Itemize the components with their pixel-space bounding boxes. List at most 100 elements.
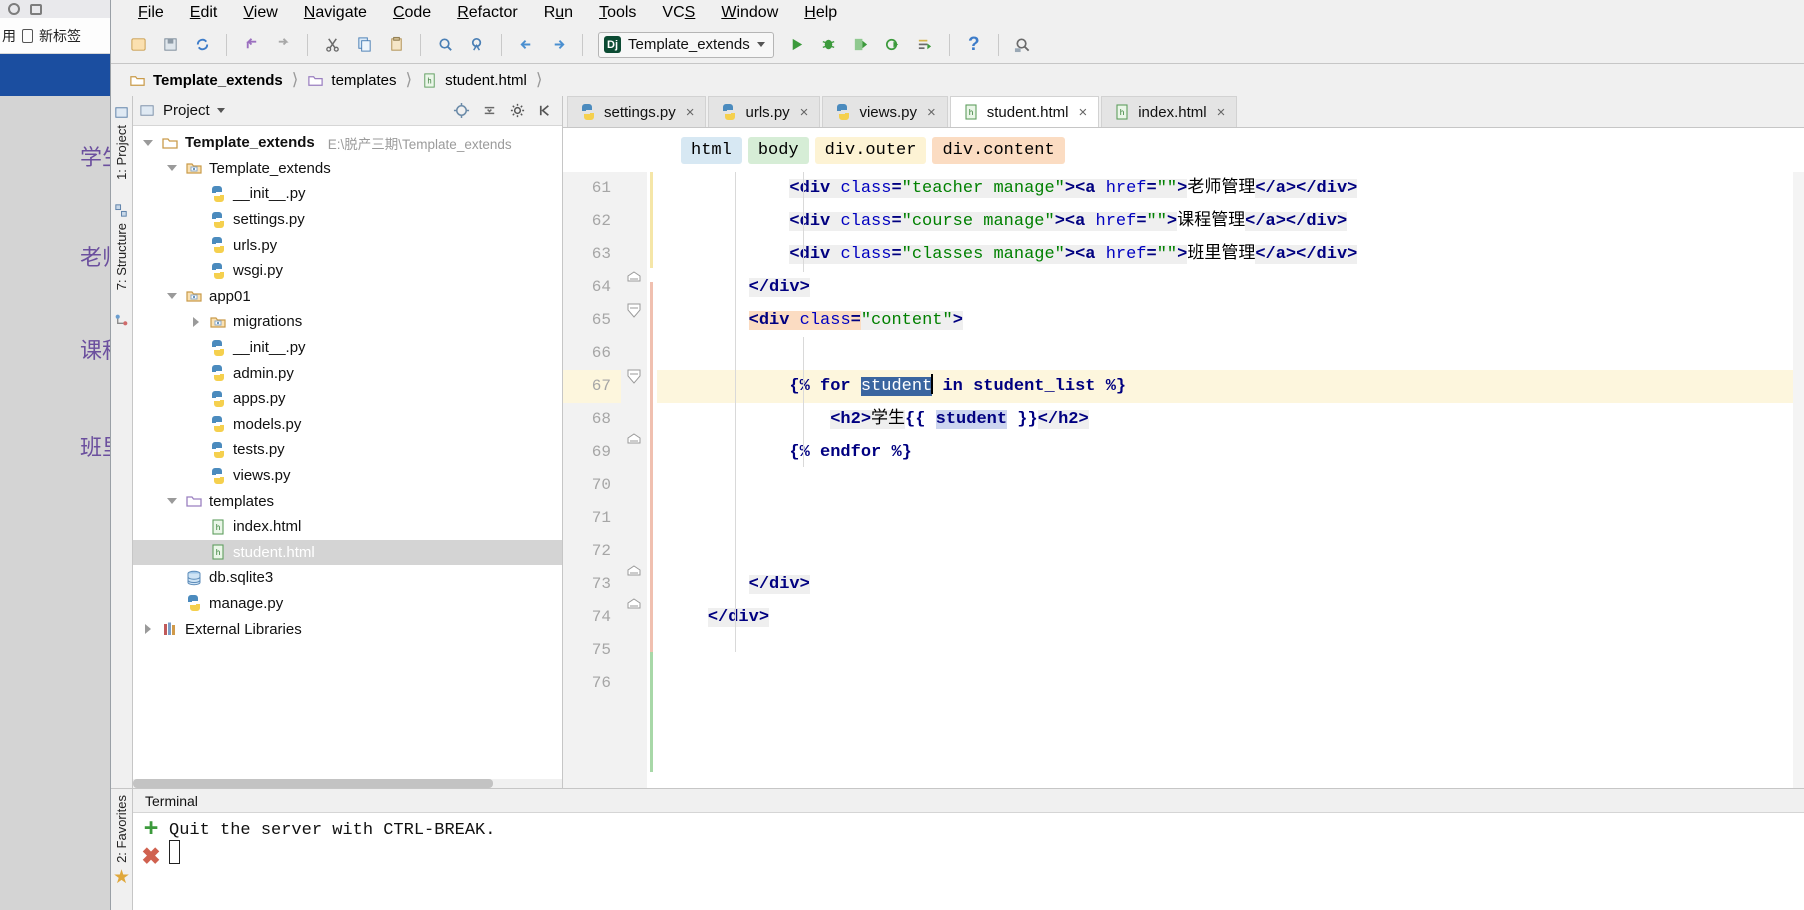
- code-line[interactable]: <div class="content">: [657, 304, 1804, 337]
- redo-icon[interactable]: [268, 30, 298, 60]
- code-line[interactable]: </div>: [657, 601, 1804, 634]
- structure-crumb-body[interactable]: body: [747, 136, 809, 164]
- tool-button-structure[interactable]: 7: Structure: [113, 202, 130, 290]
- menu-vcs[interactable]: VCS: [649, 2, 708, 24]
- fold-marker-74[interactable]: [624, 595, 644, 615]
- code-line[interactable]: [657, 535, 1804, 568]
- browser-reload-icon[interactable]: [8, 3, 20, 15]
- editor-tab-index-html[interactable]: h index.html ×: [1101, 96, 1238, 127]
- code-line[interactable]: <div class="classes manage"><a href="">班…: [657, 238, 1804, 271]
- code-text-area[interactable]: <div class="teacher manage"><a href="">老…: [657, 172, 1804, 788]
- project-tree-horizontal-scrollbar[interactable]: [133, 779, 562, 788]
- tree-item-admin-py[interactable]: admin.py: [133, 360, 562, 386]
- breadcrumb-item-templates[interactable]: templates: [307, 72, 405, 89]
- menu-code[interactable]: Code: [380, 2, 444, 24]
- build-icon[interactable]: [910, 30, 940, 60]
- editor-tab-bar[interactable]: settings.py × urls.py × views.py × h student.ht…: [563, 96, 1804, 128]
- close-icon[interactable]: ✖: [141, 845, 160, 868]
- code-line[interactable]: [657, 667, 1804, 700]
- structure-crumb-div-content[interactable]: div.content: [932, 136, 1065, 164]
- favorites-star-icon[interactable]: ★: [113, 868, 130, 887]
- fold-marker-67[interactable]: [624, 364, 644, 390]
- terminal-output[interactable]: Quit the server with CTRL-BREAK.: [169, 813, 1804, 910]
- menu-help[interactable]: Help: [791, 2, 850, 24]
- structure-crumb-div-outer[interactable]: div.outer: [814, 136, 927, 164]
- tree-item-manage-py[interactable]: manage.py: [133, 591, 562, 617]
- tree-item-template-extends[interactable]: Template_extends E:\脱产三期\Template_extends: [133, 130, 562, 156]
- project-panel-title[interactable]: Project: [139, 102, 225, 119]
- hide-panel-icon[interactable]: [534, 100, 556, 122]
- bookmark-newtab-label[interactable]: 新标签: [39, 26, 81, 46]
- menu-view[interactable]: View: [230, 2, 290, 24]
- editor-structure-breadcrumbs[interactable]: html body div.outer div.content: [563, 128, 1804, 172]
- chevron-down-icon[interactable]: [165, 494, 179, 508]
- breadcrumb-item-file[interactable]: h student.html: [421, 72, 536, 89]
- undo-icon[interactable]: [236, 30, 266, 60]
- chevron-down-icon[interactable]: [141, 136, 155, 150]
- tree-item-wsgi-py[interactable]: wsgi.py: [133, 258, 562, 284]
- tree-item-tests-py[interactable]: tests.py: [133, 437, 562, 463]
- project-file-tree[interactable]: Template_extends E:\脱产三期\Template_extends…: [133, 126, 562, 788]
- run-configuration-selector[interactable]: Dj Template_extends: [598, 31, 774, 58]
- tool-button-favorites-label[interactable]: 2: Favorites: [114, 795, 129, 863]
- coverage-icon[interactable]: [846, 30, 876, 60]
- fold-marker-65[interactable]: [624, 298, 644, 324]
- tree-item-template-extends[interactable]: Template_extends: [133, 156, 562, 182]
- code-line[interactable]: </div>: [657, 568, 1804, 601]
- menu-run[interactable]: Run: [531, 2, 586, 24]
- fold-marker-73[interactable]: [624, 562, 644, 582]
- debug-icon[interactable]: [814, 30, 844, 60]
- code-folding-gutter[interactable]: [621, 172, 647, 788]
- tree-item-migrations[interactable]: migrations: [133, 309, 562, 335]
- menu-window[interactable]: Window: [708, 2, 791, 24]
- code-line[interactable]: [657, 634, 1804, 667]
- tree-item-db-sqlite3[interactable]: db.sqlite3: [133, 565, 562, 591]
- cut-icon[interactable]: [317, 30, 347, 60]
- paste-icon[interactable]: [381, 30, 411, 60]
- code-editor[interactable]: 61 62 63 64 65 66 67 68 69 70 71 72 73 74 75 76: [563, 172, 1804, 788]
- profile-icon[interactable]: [878, 30, 908, 60]
- tree-item-settings-py[interactable]: settings.py: [133, 207, 562, 233]
- tree-item-index-html[interactable]: h index.html: [133, 514, 562, 540]
- tree-item-templates[interactable]: templates: [133, 488, 562, 514]
- bookmark-apps-label[interactable]: 用: [2, 26, 16, 46]
- code-line[interactable]: {% endfor %}: [657, 436, 1804, 469]
- save-all-icon[interactable]: [155, 30, 185, 60]
- fold-marker-64[interactable]: [624, 268, 644, 288]
- editor-tab-views-py[interactable]: views.py ×: [822, 96, 948, 127]
- chevron-down-icon[interactable]: [165, 161, 179, 175]
- forward-icon[interactable]: [543, 30, 573, 60]
- run-icon[interactable]: [782, 30, 812, 60]
- back-icon[interactable]: [511, 30, 541, 60]
- find-replace-icon[interactable]: [462, 30, 492, 60]
- close-tab-icon[interactable]: ×: [1078, 104, 1087, 121]
- fold-marker-69[interactable]: [624, 430, 644, 450]
- menu-tools[interactable]: Tools: [586, 2, 649, 24]
- close-tab-icon[interactable]: ×: [1217, 104, 1226, 121]
- code-line[interactable]: [657, 469, 1804, 502]
- chevron-down-icon[interactable]: [165, 289, 179, 303]
- copy-icon[interactable]: [349, 30, 379, 60]
- code-line[interactable]: [657, 502, 1804, 535]
- sync-icon[interactable]: [187, 30, 217, 60]
- chevron-down-icon[interactable]: [216, 108, 225, 113]
- tree-item-student-html[interactable]: h student.html: [133, 539, 562, 566]
- tree-item-app01[interactable]: app01: [133, 284, 562, 310]
- help-icon[interactable]: ?: [959, 30, 989, 60]
- editor-vertical-scrollbar[interactable]: [1793, 172, 1804, 788]
- tree-item--init-py[interactable]: __init__.py: [133, 335, 562, 361]
- tree-item-urls-py[interactable]: urls.py: [133, 232, 562, 258]
- tool-button-vcs[interactable]: [113, 312, 130, 329]
- code-line[interactable]: <h2>学生{{ student }}</h2>: [657, 403, 1804, 436]
- code-line[interactable]: <div class="course manage"><a href="">课程…: [657, 205, 1804, 238]
- new-file-icon[interactable]: [123, 30, 153, 60]
- chevron-right-icon[interactable]: [141, 622, 155, 636]
- code-line[interactable]: <div class="teacher manage"><a href="">老…: [657, 172, 1804, 205]
- editor-tab-student-html[interactable]: h student.html ×: [949, 96, 1100, 127]
- browser-app-icon[interactable]: [30, 3, 42, 15]
- search-everywhere-icon[interactable]: [1008, 30, 1038, 60]
- breadcrumb-item-project[interactable]: Template_extends: [129, 72, 292, 89]
- menu-edit[interactable]: Edit: [177, 2, 231, 24]
- collapse-all-icon[interactable]: [478, 100, 500, 122]
- editor-tab-urls-py[interactable]: urls.py ×: [708, 96, 821, 127]
